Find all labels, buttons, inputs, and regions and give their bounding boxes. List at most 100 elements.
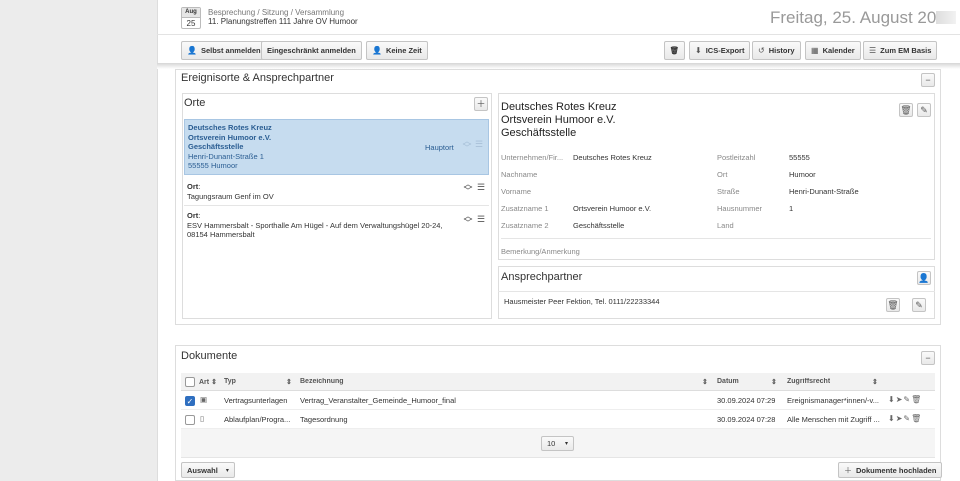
- ics-export-label: ICS-Export: [705, 46, 745, 55]
- plus-icon: ＋: [844, 465, 852, 475]
- auswahl-label: Auswahl: [187, 465, 218, 475]
- pencil-icon[interactable]: ✎: [903, 414, 911, 423]
- row-actions: ⬇➤✎🗑: [888, 395, 922, 404]
- table-row[interactable]: ✓ ▣ Vertragsunterlagen Vertrag_Veranstal…: [181, 391, 935, 410]
- nachname-label: Nachname: [501, 170, 538, 179]
- cell-bezeichnung: Vertrag_Veranstalter_Gemeinde_Humoor_fin…: [300, 396, 456, 405]
- delete-location-button[interactable]: 🗑: [899, 103, 913, 117]
- cell-zugriff: Alle Menschen mit Zugriff ...: [787, 415, 880, 424]
- history-button[interactable]: ↺ History: [752, 41, 801, 60]
- eingeschraenkt-anmelden-button[interactable]: Eingeschränkt anmelden: [261, 41, 362, 60]
- ort-value: Humoor: [789, 170, 816, 179]
- history-icon: ↺: [758, 46, 765, 55]
- location-item-main[interactable]: Deutsches Rotes Kreuz Ortsverein Humoor …: [184, 119, 489, 175]
- ort-label: Ort: [717, 170, 728, 179]
- list-icon: ☰: [869, 46, 877, 55]
- location-name: Deutsches Rotes Kreuz: [188, 123, 272, 132]
- keine-zeit-button[interactable]: 👤 Keine Zeit: [366, 41, 428, 60]
- add-contact-button[interactable]: 👤: [917, 271, 931, 285]
- selbst-anmelden-button[interactable]: 👤 Selbst anmelden: [181, 41, 267, 60]
- kalender-button[interactable]: ▦ Kalender: [805, 41, 861, 60]
- hausnummer-label: Hausnummer: [717, 204, 763, 213]
- location-text-2: 08154 Hammersbalt: [187, 230, 255, 239]
- land-label: Land: [717, 221, 734, 230]
- upload-button[interactable]: ＋ Dokumente hochladen: [838, 462, 943, 478]
- zusatz1-label: Zusatzname 1: [501, 204, 549, 213]
- zum-em-basis-button[interactable]: ☰ Zum EM Basis: [863, 41, 938, 60]
- table-row[interactable]: ▯ Ablaufplan/Progra... Tagesordnung 30.0…: [181, 410, 935, 429]
- page-size-value: 10: [547, 439, 556, 448]
- download-icon[interactable]: ⬇: [888, 414, 896, 423]
- delete-contact-button[interactable]: 🗑: [886, 298, 900, 312]
- divider: [501, 238, 931, 239]
- big-date-text: Freitag, 25. August 20: [770, 8, 937, 27]
- collapse-button[interactable]: −: [921, 351, 935, 365]
- date-badge: Aug 25: [181, 7, 201, 29]
- hauptort-tag: Hauptort: [425, 143, 454, 152]
- vorname-label: Vorname: [501, 187, 532, 196]
- col-bezeichnung[interactable]: Bezeichnung: [300, 378, 344, 385]
- cell-bezeichnung: Tagesordnung: [300, 415, 348, 424]
- location-item[interactable]: Ort: ESV Hammersbalt - Sporthalle Am Hüg…: [184, 209, 489, 239]
- location-street: Henri-Dunant-Straße 1: [188, 151, 264, 161]
- download-icon: ⬇: [695, 46, 702, 55]
- redacted-year: [936, 11, 957, 24]
- select-all-checkbox[interactable]: [185, 377, 195, 387]
- download-icon[interactable]: ⬇: [888, 395, 896, 404]
- keine-zeit-label: Keine Zeit: [385, 46, 422, 55]
- col-zugriff[interactable]: Zugriffsrecht: [787, 378, 830, 385]
- menu-icon[interactable]: ☰: [477, 182, 485, 193]
- page-size-select[interactable]: 10 ▾: [541, 436, 574, 451]
- col-datum[interactable]: Datum: [717, 378, 739, 385]
- edit-contact-button[interactable]: ✎: [912, 298, 926, 312]
- sort-icon[interactable]: ⇕: [286, 378, 292, 386]
- row-checkbox[interactable]: ✓: [185, 396, 195, 406]
- cell-zugriff: Ereignismanager*innen/-v...: [787, 396, 879, 405]
- calendar-icon: ▦: [811, 46, 819, 55]
- ereignisorte-title: Ereignisorte & Ansprechpartner: [181, 72, 334, 84]
- location-label: Ort: [187, 211, 199, 220]
- bemerkung-label: Bemerkung/Anmerkung: [501, 247, 580, 256]
- add-location-button[interactable]: ＋: [474, 97, 488, 111]
- collapse-button[interactable]: −: [921, 73, 935, 87]
- divider: [157, 34, 960, 35]
- date-month: Aug: [182, 8, 200, 18]
- menu-icon[interactable]: ☰: [477, 214, 485, 225]
- strasse-value: Henri-Dunant-Straße: [789, 187, 859, 196]
- upload-label: Dokumente hochladen: [856, 465, 937, 475]
- big-date: Freitag, 25. August 20: [770, 8, 957, 28]
- sort-icon[interactable]: ⇕: [872, 378, 878, 386]
- delete-button[interactable]: 🗑: [664, 41, 685, 60]
- sort-icon[interactable]: ⇕: [771, 378, 777, 386]
- chevron-down-icon: ▾: [225, 467, 229, 474]
- table-header: Art ⇕ Typ ⇕ Bezeichnung ⇕ Datum ⇕ Zugrif…: [181, 373, 935, 391]
- col-art[interactable]: Art ⇕: [199, 378, 217, 386]
- pencil-icon: ✎: [920, 105, 928, 115]
- hausnummer-value: 1: [789, 204, 794, 213]
- sort-icon[interactable]: ⇕: [702, 378, 708, 386]
- trash-icon[interactable]: 🗑: [911, 395, 922, 404]
- pencil-icon[interactable]: ✎: [903, 395, 911, 404]
- col-typ[interactable]: Typ: [224, 378, 236, 385]
- auswahl-dropdown[interactable]: Auswahl ▾: [181, 462, 235, 478]
- zusatz2-label: Zusatzname 2: [501, 221, 549, 230]
- location-item[interactable]: Ort: Tagungsraum Genf im OV ︿ ﹀ ☰: [184, 180, 489, 206]
- location-text: Tagungsraum Genf im OV: [187, 191, 274, 201]
- ics-export-button[interactable]: ⬇ ICS-Export: [689, 41, 751, 60]
- pencil-icon: ✎: [915, 300, 923, 310]
- selbst-anmelden-label: Selbst anmelden: [200, 46, 261, 55]
- row-checkbox[interactable]: [185, 415, 195, 425]
- menu-icon[interactable]: ☰: [475, 139, 483, 150]
- plz-label: Postleitzahl: [717, 153, 756, 162]
- user-remove-icon: 👤: [372, 46, 382, 55]
- trash-icon: 🗑: [900, 105, 912, 115]
- edit-location-button[interactable]: ✎: [917, 103, 931, 117]
- minus-icon: −: [925, 353, 931, 363]
- reorder-arrows-icon[interactable]: ︿ ﹀: [462, 137, 472, 153]
- trash-icon[interactable]: 🗑: [911, 414, 922, 423]
- reorder-arrows-icon[interactable]: ︿ ﹀: [463, 212, 473, 228]
- zusatz2-value: Geschäftsstelle: [573, 221, 625, 230]
- reorder-arrows-icon[interactable]: ︿ ﹀: [463, 180, 473, 196]
- trash-icon: 🗑: [887, 300, 899, 310]
- dokumente-title: Dokumente: [181, 350, 238, 362]
